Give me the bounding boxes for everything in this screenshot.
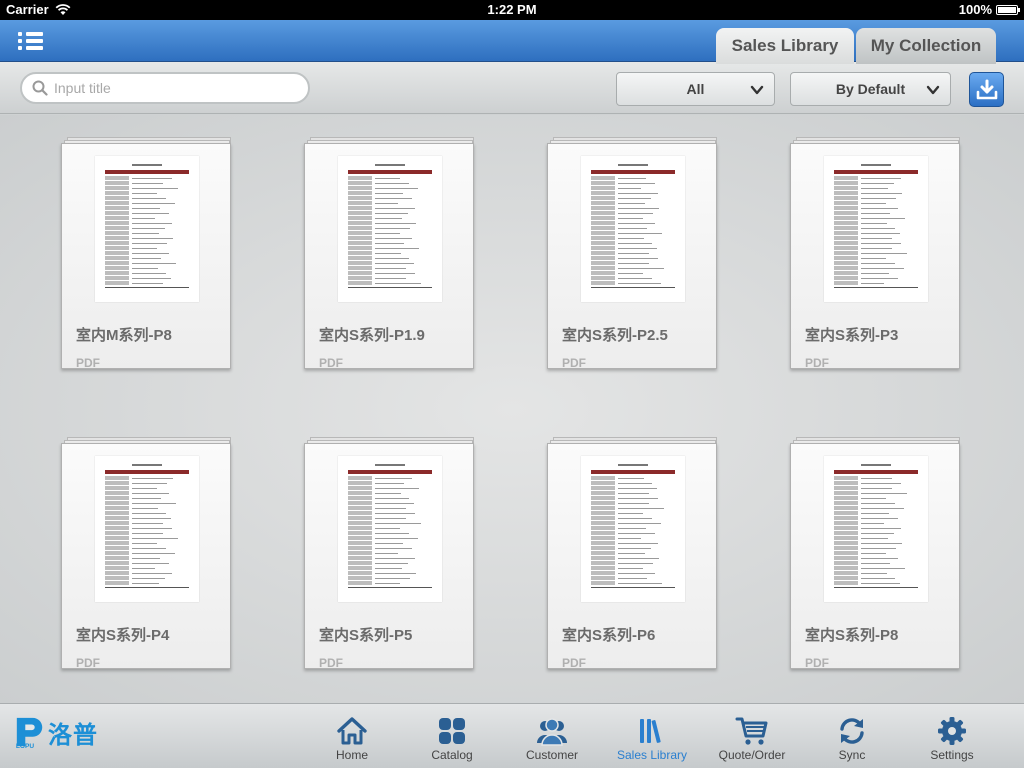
home-icon	[337, 717, 367, 745]
svg-text:LOPU: LOPU	[16, 743, 35, 750]
document-title: 室内S系列-P3	[805, 327, 899, 344]
document-card[interactable]: 室内S系列-P8 PDF	[790, 437, 962, 670]
document-title: 室内S系列-P2.5	[562, 327, 668, 344]
cart-icon	[735, 717, 768, 745]
document-title: 室内S系列-P1.9	[319, 327, 425, 344]
tab-sync-label: Sync	[838, 748, 866, 762]
customer-icon	[537, 718, 567, 746]
document-title: 室内S系列-P5	[319, 627, 413, 644]
category-filter-value: All	[686, 81, 705, 97]
document-type: PDF	[76, 356, 100, 370]
card-face: 室内S系列-P5 PDF	[304, 443, 474, 670]
tab-settings-label: Settings	[930, 748, 974, 762]
document-thumbnail	[95, 456, 199, 602]
document-card[interactable]: 室内M系列-P8 PDF	[61, 137, 233, 370]
brand-logo: LOPU 洛普	[14, 712, 98, 752]
document-thumbnail	[824, 456, 928, 602]
document-thumbnail	[95, 156, 199, 302]
tab-customer-label: Customer	[525, 748, 578, 762]
document-thumbnail	[338, 156, 442, 302]
document-thumbnail	[824, 156, 928, 302]
document-type: PDF	[319, 656, 343, 670]
chevron-down-icon	[750, 85, 764, 95]
search-icon	[32, 80, 48, 96]
document-thumbnail	[581, 156, 685, 302]
document-title: 室内S系列-P8	[805, 627, 899, 644]
document-card[interactable]: 室内S系列-P6 PDF	[547, 437, 719, 670]
battery-status: 100%	[958, 2, 1020, 17]
document-title: 室内S系列-P6	[562, 627, 656, 644]
card-face: 室内S系列-P3 PDF	[790, 143, 960, 370]
top-nav-bar: Sales Library My Collection	[0, 20, 1024, 64]
search-box	[20, 72, 310, 104]
tab-catalog[interactable]: Catalog	[407, 714, 497, 762]
document-type: PDF	[805, 356, 829, 370]
tab-customer[interactable]: Customer	[507, 714, 597, 762]
lopu-logo-mark: LOPU	[16, 717, 43, 750]
tab-catalog-label: Catalog	[431, 748, 473, 762]
download-icon	[976, 79, 997, 99]
battery-percent: 100%	[958, 2, 992, 17]
menu-button[interactable]	[18, 30, 44, 52]
tab-quote-order-label: Quote/Order	[718, 748, 786, 762]
document-type: PDF	[562, 656, 586, 670]
document-thumbnail	[338, 456, 442, 602]
document-grid: 室内M系列-P8 PDF 室内S系列-P1.9 PDF 室内S系列-P2.5 PDF 室内S…	[0, 115, 1024, 703]
chevron-down-icon	[926, 85, 940, 95]
clock: 1:22 PM	[487, 2, 537, 17]
card-face: 室内M系列-P8 PDF	[61, 143, 231, 370]
tab-settings[interactable]: Settings	[907, 714, 997, 762]
document-card[interactable]: 室内S系列-P5 PDF	[304, 437, 476, 670]
tab-my-collection[interactable]: My Collection	[856, 28, 996, 64]
tab-sales-library-bottom[interactable]: Sales Library	[607, 714, 697, 762]
bottom-tab-bar: LOPU 洛普 Home Catalog Customer Sales Libr…	[0, 703, 1024, 768]
gear-icon	[938, 717, 966, 745]
catalog-icon	[439, 718, 465, 744]
document-card[interactable]: 室内S系列-P4 PDF	[61, 437, 233, 670]
tab-home-label: Home	[335, 748, 368, 762]
tab-sales-library-label: Sales Library	[616, 748, 688, 762]
sort-value: By Default	[835, 81, 906, 97]
card-face: 室内S系列-P1.9 PDF	[304, 143, 474, 370]
document-type: PDF	[319, 356, 343, 370]
card-face: 室内S系列-P6 PDF	[547, 443, 717, 670]
sort-select[interactable]: By Default	[790, 72, 951, 106]
document-title: 室内M系列-P8	[76, 327, 172, 344]
card-face: 室内S系列-P4 PDF	[61, 443, 231, 670]
document-type: PDF	[76, 656, 100, 670]
card-face: 室内S系列-P8 PDF	[790, 443, 960, 670]
document-type: PDF	[562, 356, 586, 370]
brand-name: 洛普	[48, 721, 98, 749]
search-input[interactable]	[54, 80, 294, 96]
sales-library-icon	[640, 719, 661, 743]
tab-sync[interactable]: Sync	[807, 714, 897, 762]
status-bar: Carrier 1:22 PM 100%	[0, 0, 1024, 20]
download-button[interactable]	[969, 72, 1004, 107]
tab-quote-order[interactable]: Quote/Order	[707, 714, 797, 762]
document-thumbnail	[581, 456, 685, 602]
tab-sales-library[interactable]: Sales Library	[716, 28, 854, 64]
tab-home[interactable]: Home	[307, 714, 397, 762]
filter-toolbar: All By Default	[0, 62, 1024, 114]
battery-icon	[996, 4, 1020, 15]
document-card[interactable]: 室内S系列-P1.9 PDF	[304, 137, 476, 370]
document-title: 室内S系列-P4	[76, 627, 170, 644]
sync-icon	[840, 718, 864, 744]
document-card[interactable]: 室内S系列-P3 PDF	[790, 137, 962, 370]
card-face: 室内S系列-P2.5 PDF	[547, 143, 717, 370]
document-type: PDF	[805, 656, 829, 670]
category-filter-select[interactable]: All	[616, 72, 775, 106]
document-card[interactable]: 室内S系列-P2.5 PDF	[547, 137, 719, 370]
